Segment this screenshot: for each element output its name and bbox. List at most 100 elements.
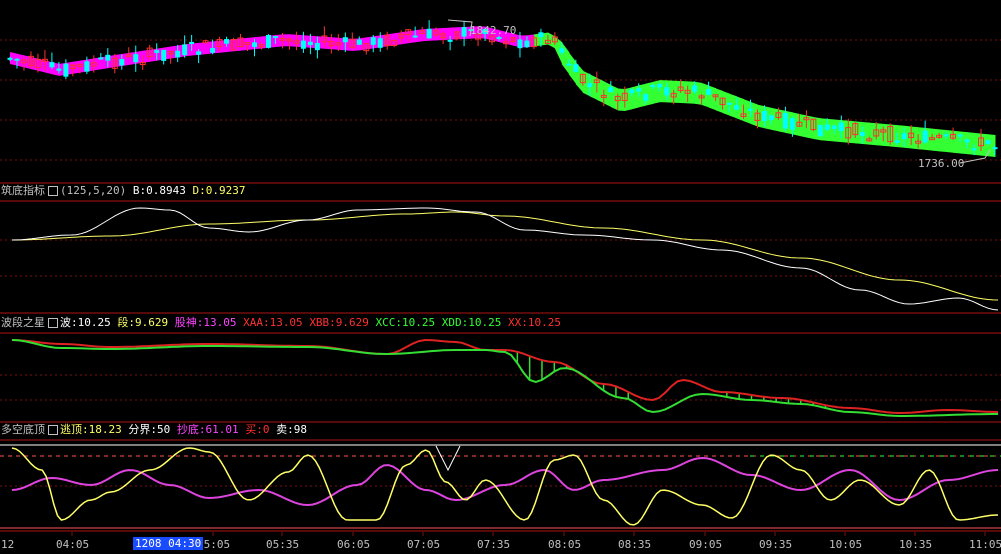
selected-time-cursor[interactable]: 1208 04:30 (133, 537, 204, 550)
time-tick: 10:35 (899, 538, 933, 551)
ma-band-segment (72, 60, 81, 74)
candle-body (370, 37, 376, 45)
candle-body (894, 140, 900, 143)
candle-body (175, 50, 181, 58)
candle-body (657, 83, 663, 88)
duokong-header: 多空底顶 逃顶:18.23 分界:50 抄底:61.01 买:0 卖:98 (1, 423, 307, 437)
candle-body (356, 39, 362, 45)
zhudi-param-box[interactable] (48, 186, 58, 196)
candle-body (789, 118, 795, 130)
time-tick: 11:05 (969, 538, 1001, 551)
ma-band-segment (603, 81, 612, 107)
candle-body (300, 40, 306, 49)
ma-band-segment (694, 81, 703, 105)
ma-band-segment (324, 36, 332, 50)
ma-band-segment (750, 101, 758, 127)
candle-body (412, 35, 418, 38)
candle-body (56, 68, 62, 71)
ma-band-segment (869, 122, 877, 146)
candle-body (210, 48, 216, 53)
time-tick: 08:35 (618, 538, 652, 551)
candle-body (265, 34, 271, 48)
ma-band-segment (848, 120, 856, 144)
ma-band-segment (23, 55, 32, 70)
candle-body (189, 41, 195, 45)
boduan-green-line (11, 339, 998, 417)
candle-body (272, 36, 278, 39)
candle-body (573, 64, 579, 73)
candle-body (161, 49, 167, 61)
candle-body (105, 54, 111, 61)
candle-body (761, 111, 767, 122)
candle-body (692, 85, 698, 92)
ma-band-segment (967, 132, 975, 155)
ma-band-segment (233, 38, 242, 52)
zhudi-d-value: D:0.9237 (192, 184, 246, 197)
candle-body (566, 63, 572, 66)
candle-body (768, 115, 774, 120)
candle-body (524, 40, 530, 48)
candle-body (517, 39, 523, 49)
ma-band-segment (617, 88, 626, 111)
candle-body (196, 51, 202, 55)
candle-body (734, 105, 740, 110)
candle-body (964, 139, 970, 143)
ma-band-segment (687, 81, 696, 104)
boduan-title: 波段之星 (1, 316, 45, 329)
candle-body (154, 50, 160, 53)
candle-body (7, 57, 13, 60)
time-tick: 07:05 (407, 538, 441, 551)
zhudi-params: (125,5,20) (60, 184, 127, 197)
boduan-item-1: 段:9.629 (117, 316, 175, 329)
duokong-item-1: 分界:50 (128, 423, 177, 436)
boduan-header: 波段之星 波:10.25 段:9.629 股神:13.05 XAA:13.05 X… (1, 316, 561, 330)
time-tick: 09:35 (759, 538, 793, 551)
time-tick: 06:05 (337, 538, 371, 551)
duokong-item-3: 买:0 (245, 423, 277, 436)
candle-body (831, 125, 837, 130)
duokong-values: 逃顶:18.23 分界:50 抄底:61.01 买:0 卖:98 (60, 423, 307, 436)
candle-body (943, 134, 949, 137)
ma-band-segment (981, 133, 989, 157)
candle-body (859, 132, 865, 137)
chart-canvas[interactable] (0, 0, 1001, 554)
candle-body (133, 54, 139, 63)
candle-body (377, 38, 383, 48)
candle-body (314, 43, 320, 51)
duokong-item-2: 抄底:61.01 (176, 423, 246, 436)
candle-body (727, 102, 733, 105)
candle-body (643, 94, 649, 101)
time-tick: 04:05 (56, 538, 90, 551)
duokong-param-box[interactable] (48, 425, 58, 435)
candle-body (985, 140, 991, 145)
boduan-param-box[interactable] (48, 318, 58, 328)
ma-band-segment (589, 74, 598, 100)
candle-body (182, 44, 188, 56)
candle-body (650, 85, 656, 88)
ma-band-segment (596, 77, 605, 104)
chart-window: 1842.70 1736.00 筑底指标 (125,5,20) B:0.8943 … (0, 0, 1001, 554)
time-tick: 05:35 (266, 538, 300, 551)
candle-body (252, 42, 258, 47)
low-price-label: 1736.00 (918, 157, 965, 170)
boduan-values: 波:10.25 段:9.629 股神:13.05 XAA:13.05 XBB:9… (60, 316, 561, 329)
duokong-item-0: 逃顶:18.23 (60, 423, 129, 436)
candle-body (782, 112, 788, 129)
time-tick: 10:05 (829, 538, 863, 551)
duokong-item-4: 卖:98 (276, 423, 307, 436)
zhudi-header: 筑底指标 (125,5,20) B:0.8943 D:0.9237 (1, 184, 245, 198)
candle-body (63, 63, 69, 77)
candle-body (342, 37, 348, 43)
candle-body (747, 108, 753, 111)
ma-band-segment (946, 130, 954, 153)
time-tick: 09:05 (689, 538, 723, 551)
zhudi-b-line (11, 207, 999, 311)
candle-body (49, 62, 55, 68)
candle-body (307, 41, 313, 46)
boduan-item-4: XBB:9.629 (309, 316, 376, 329)
ma-band-segment (680, 81, 689, 104)
candle-body (426, 28, 432, 39)
ma-band-segment (701, 82, 710, 108)
candle-body (538, 32, 544, 38)
ma-band-segment (715, 88, 724, 113)
